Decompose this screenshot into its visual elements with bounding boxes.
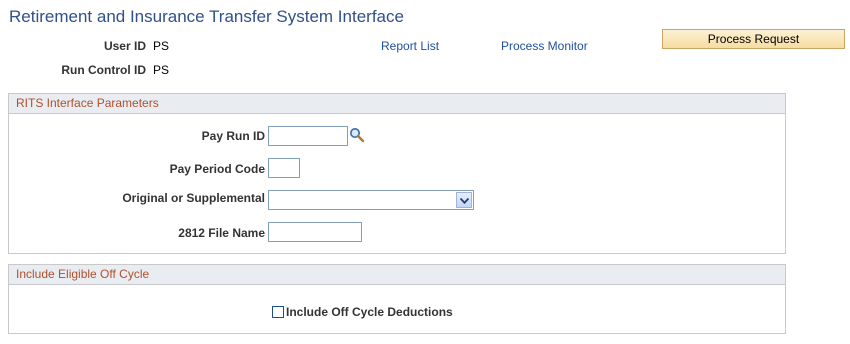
user-id-label: User ID [103, 39, 146, 53]
process-monitor-link[interactable]: Process Monitor [501, 39, 588, 53]
include-off-cycle-deductions-label[interactable]: Include Off Cycle Deductions [286, 305, 453, 319]
pay-run-id-input[interactable] [268, 126, 348, 146]
rits-interface-parameters-group: RITS Interface Parameters Pay Run ID Pay… [8, 93, 786, 254]
include-off-cycle-deductions-checkbox[interactable] [272, 306, 284, 318]
run-control-id-value: PS [153, 63, 170, 77]
original-or-supplemental-select[interactable] [268, 190, 474, 210]
report-list-link[interactable]: Report List [381, 39, 439, 53]
rits-group-title: RITS Interface Parameters [9, 94, 785, 114]
pay-period-code-input[interactable] [268, 158, 300, 178]
chevron-down-icon[interactable] [456, 192, 472, 208]
pay-period-code-label: Pay Period Code [169, 162, 265, 176]
user-id-value: PS [153, 39, 170, 53]
off-cycle-group-title: Include Eligible Off Cycle [9, 265, 785, 285]
page-title: Retirement and Insurance Transfer System… [9, 7, 404, 26]
run-control-id-label: Run Control ID [61, 63, 146, 77]
magnifier-icon[interactable] [349, 127, 365, 143]
file-name-2812-input[interactable] [268, 222, 362, 242]
file-name-2812-label: 2812 File Name [178, 226, 265, 240]
process-request-button[interactable]: Process Request [662, 29, 845, 49]
pay-run-id-label: Pay Run ID [201, 129, 265, 143]
original-or-supplemental-label: Original or Supplemental [122, 191, 265, 205]
include-eligible-off-cycle-group: Include Eligible Off Cycle Include Off C… [8, 264, 786, 334]
